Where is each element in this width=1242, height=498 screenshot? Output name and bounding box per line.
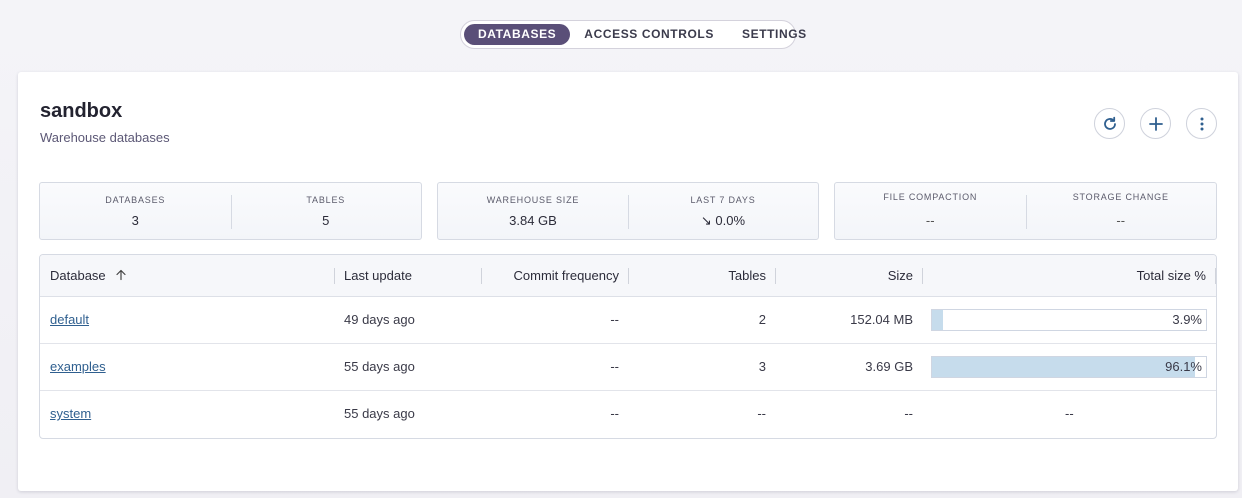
stat-file-compaction: FILE COMPACTION -- bbox=[835, 183, 1026, 239]
stat-warehouse-size: WAREHOUSE SIZE 3.84 GB bbox=[438, 183, 628, 239]
column-header-database[interactable]: Database bbox=[50, 255, 127, 297]
total-size-bar: 96.1% bbox=[931, 356, 1207, 378]
stat-tables: TABLES 5 bbox=[230, 183, 422, 239]
stat-databases: DATABASES 3 bbox=[40, 183, 231, 239]
more-vertical-icon bbox=[1200, 117, 1203, 130]
stat-card-storage: FILE COMPACTION -- STORAGE CHANGE -- bbox=[834, 182, 1217, 240]
stat-value: -- bbox=[1116, 213, 1126, 228]
column-header-size[interactable]: Size bbox=[776, 255, 913, 297]
tab-databases[interactable]: DATABASES bbox=[464, 24, 571, 45]
cell-commit-frequency: -- bbox=[610, 406, 619, 421]
stat-value: 5 bbox=[322, 213, 330, 228]
stat-card-size: WAREHOUSE SIZE 3.84 GB LAST 7 DAYS ↘ 0.0… bbox=[437, 182, 819, 240]
refresh-icon bbox=[1103, 116, 1116, 130]
stat-label: STORAGE CHANGE bbox=[1072, 192, 1169, 202]
cell-size: -- bbox=[904, 406, 913, 421]
column-header-last-update[interactable]: Last update bbox=[344, 255, 412, 297]
page-subtitle: Warehouse databases bbox=[40, 130, 170, 145]
cell-last-update: 55 days ago bbox=[344, 406, 415, 421]
stat-value: 3.84 GB bbox=[509, 213, 557, 228]
total-size-bar-fill bbox=[932, 310, 943, 330]
stat-value: -- bbox=[925, 213, 935, 228]
stat-last-7-days: LAST 7 DAYS ↘ 0.0% bbox=[628, 183, 818, 239]
plus-icon bbox=[1148, 116, 1163, 131]
column-header-tables[interactable]: Tables bbox=[629, 255, 766, 297]
cell-tables: 2 bbox=[758, 312, 766, 327]
cell-size: 152.04 MB bbox=[850, 312, 913, 327]
refresh-button[interactable] bbox=[1094, 108, 1125, 139]
databases-table: Database Last update Commit frequency Ta… bbox=[39, 254, 1217, 439]
database-link-examples[interactable]: examples bbox=[50, 344, 106, 390]
stat-label: WAREHOUSE SIZE bbox=[486, 195, 580, 205]
column-resizer[interactable] bbox=[334, 268, 335, 284]
database-link-default[interactable]: default bbox=[50, 297, 89, 343]
total-size-bar: 3.9% bbox=[931, 309, 1207, 331]
table-row: examples 55 days ago -- 3 3.69 GB 96.1% bbox=[40, 344, 1216, 391]
cell-tables: -- bbox=[757, 406, 766, 421]
stat-value: 3 bbox=[131, 213, 139, 228]
tab-settings[interactable]: SETTINGS bbox=[728, 24, 821, 45]
column-header-total-size-pct[interactable]: Total size % bbox=[923, 255, 1206, 297]
total-size-label: 3.9% bbox=[1172, 312, 1202, 327]
stat-storage-change: STORAGE CHANGE -- bbox=[1025, 183, 1217, 239]
table-row: system 55 days ago -- -- -- -- bbox=[40, 391, 1216, 438]
total-size-label: 96.1% bbox=[1165, 359, 1202, 374]
cell-tables: 3 bbox=[758, 359, 766, 374]
stat-label: DATABASES bbox=[105, 195, 166, 205]
add-database-button[interactable] bbox=[1140, 108, 1171, 139]
stat-value: ↘ 0.0% bbox=[700, 213, 746, 228]
cell-commit-frequency: -- bbox=[610, 312, 619, 327]
more-options-button[interactable] bbox=[1186, 108, 1217, 139]
stat-card-counts: DATABASES 3 TABLES 5 bbox=[39, 182, 422, 240]
table-row: default 49 days ago -- 2 152.04 MB 3.9% bbox=[40, 297, 1216, 344]
cell-last-update: 49 days ago bbox=[344, 312, 415, 327]
tab-access-controls[interactable]: ACCESS CONTROLS bbox=[570, 24, 728, 45]
stat-label: TABLES bbox=[306, 195, 346, 205]
cell-last-update: 55 days ago bbox=[344, 359, 415, 374]
total-size-label: -- bbox=[1065, 406, 1074, 421]
arrow-up-icon bbox=[116, 269, 126, 281]
cell-commit-frequency: -- bbox=[610, 359, 619, 374]
page-title: sandbox bbox=[40, 100, 123, 122]
total-size-bar-fill bbox=[932, 357, 1196, 377]
table-header: Database Last update Commit frequency Ta… bbox=[40, 255, 1216, 297]
column-label: Database bbox=[50, 268, 106, 283]
view-tabs: DATABASES ACCESS CONTROLS SETTINGS bbox=[460, 20, 806, 49]
column-resizer[interactable] bbox=[1215, 268, 1216, 284]
column-header-commit-frequency[interactable]: Commit frequency bbox=[482, 255, 619, 297]
cell-size: 3.69 GB bbox=[865, 359, 913, 374]
stat-label: FILE COMPACTION bbox=[883, 192, 978, 202]
stat-label: LAST 7 DAYS bbox=[690, 195, 756, 205]
warehouse-card: sandbox Warehouse databases DATABASES 3 … bbox=[18, 72, 1238, 491]
database-link-system[interactable]: system bbox=[50, 391, 91, 437]
